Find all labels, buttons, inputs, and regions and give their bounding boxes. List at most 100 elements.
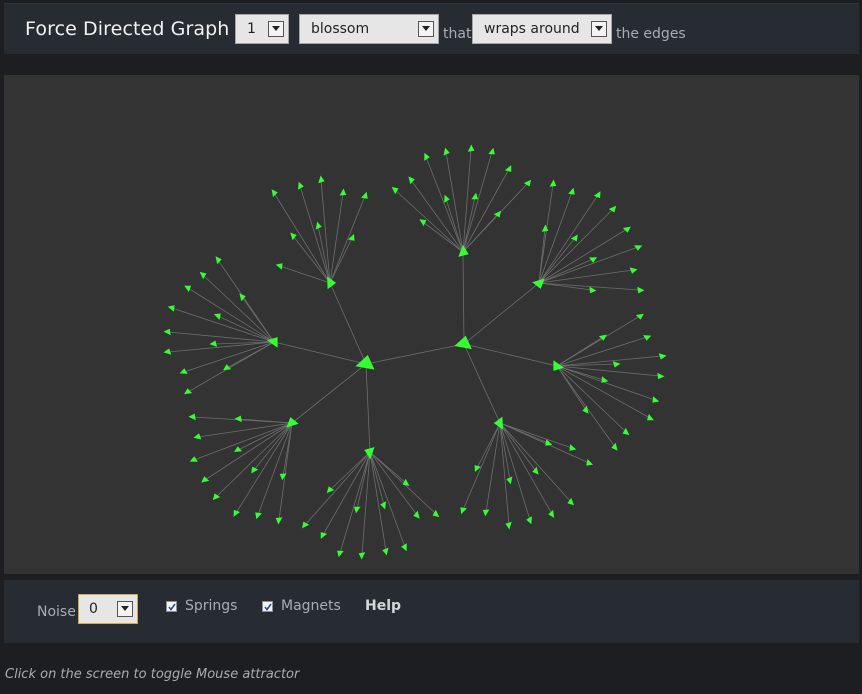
graph-node (234, 415, 242, 423)
graph-edge (462, 422, 501, 511)
graph-node (582, 405, 589, 414)
graph-edge (499, 422, 572, 503)
graph-node (569, 444, 577, 451)
graph-node (251, 466, 259, 474)
graph-node (482, 509, 490, 517)
springs-checkbox[interactable] (166, 601, 177, 612)
graph-node (255, 512, 262, 520)
graph-node (215, 256, 222, 265)
graph-edge (463, 343, 501, 424)
chevron-down-icon (418, 21, 434, 37)
graph-node (505, 521, 512, 530)
graph-node (586, 459, 594, 466)
graph-node (402, 478, 410, 486)
graph-node (471, 192, 479, 200)
graph-node (652, 396, 660, 403)
graph-node (271, 189, 278, 198)
shape-select[interactable]: blossom (299, 14, 439, 44)
graph-node (454, 335, 472, 350)
magnets-label: Magnets (281, 598, 341, 614)
graph-node (647, 413, 654, 421)
graph-node (570, 234, 578, 242)
edge-behavior-select[interactable]: wraps around (472, 14, 612, 44)
graph-node (549, 179, 557, 187)
graph-edge (463, 343, 558, 367)
graph-edge (462, 251, 465, 345)
graph-edge (317, 225, 331, 284)
magnets-checkbox[interactable] (262, 601, 273, 612)
graph-svg[interactable] (4, 75, 859, 574)
graph-node (637, 286, 645, 294)
graph-node (523, 179, 532, 187)
graph-node (622, 427, 630, 436)
graph-edge (369, 451, 437, 515)
control-bar: Noise 0 Springs Magnets Help (4, 580, 859, 643)
graph-node (432, 509, 440, 518)
mouse-attractor-hint: Click on the screen to toggle Mouse attr… (5, 667, 300, 682)
graph-edge (463, 282, 540, 345)
noise-label: Noise (37, 604, 76, 620)
edge-select-value: wraps around (484, 21, 580, 37)
count-select-value: 1 (247, 21, 256, 37)
header-bar: Force Directed Graph 1 blossom that wrap… (4, 3, 859, 54)
graph-edge (304, 451, 371, 526)
graph-node (239, 293, 246, 302)
graph-edge (365, 343, 465, 365)
graph-edge (329, 195, 366, 284)
graph-node (279, 473, 287, 481)
graph-edge (322, 451, 371, 536)
graph-node (419, 219, 427, 227)
graph-edge (445, 151, 464, 253)
graph-canvas[interactable] (4, 75, 859, 574)
graph-edge (361, 451, 371, 556)
help-link[interactable]: Help (365, 598, 401, 614)
graph-node (233, 509, 241, 517)
graph-node (337, 550, 344, 558)
graph-edge (365, 363, 371, 453)
graph-node (568, 187, 575, 195)
graph-node (589, 286, 597, 294)
graph-node (408, 176, 415, 185)
page-title: Force Directed Graph (25, 18, 230, 40)
graph-node (608, 205, 617, 213)
chevron-down-icon (268, 21, 284, 37)
graph-edge (215, 422, 293, 498)
suffix-text: the edges (616, 26, 686, 42)
noise-select[interactable]: 0 (78, 594, 138, 624)
graph-node (612, 361, 621, 368)
graph-node (493, 210, 501, 218)
graph-edge (202, 274, 275, 343)
graph-node (657, 372, 665, 380)
graph-edge (187, 341, 275, 393)
graph-edge (273, 192, 331, 284)
graph-edge (291, 363, 367, 424)
graph-node (302, 521, 310, 529)
graph-edge (538, 282, 641, 291)
graph-node (188, 413, 196, 421)
graph-edge (204, 422, 293, 481)
graph-node (201, 476, 210, 483)
graph-edge (538, 208, 614, 284)
checkmark-icon (264, 603, 272, 611)
graph-node (361, 191, 368, 199)
noise-select-value: 0 (89, 601, 98, 617)
graph-node (167, 305, 175, 312)
graph-node (504, 165, 512, 172)
graph-edge (241, 296, 275, 343)
graph-node (601, 376, 609, 383)
graph-edge (556, 365, 616, 448)
graph-node (234, 446, 242, 452)
graph-node (548, 509, 555, 518)
graph-node (635, 313, 644, 320)
count-select[interactable]: 1 (235, 14, 289, 44)
graph-node (622, 226, 631, 233)
graph-node (209, 340, 218, 347)
graph-edge (556, 336, 604, 367)
graph-node (275, 263, 283, 270)
graph-node (339, 188, 347, 196)
graph-edge (278, 422, 293, 521)
graph-node (467, 144, 475, 152)
graph-node (611, 442, 618, 451)
graph-edge (339, 451, 371, 554)
graph-node (460, 507, 467, 515)
